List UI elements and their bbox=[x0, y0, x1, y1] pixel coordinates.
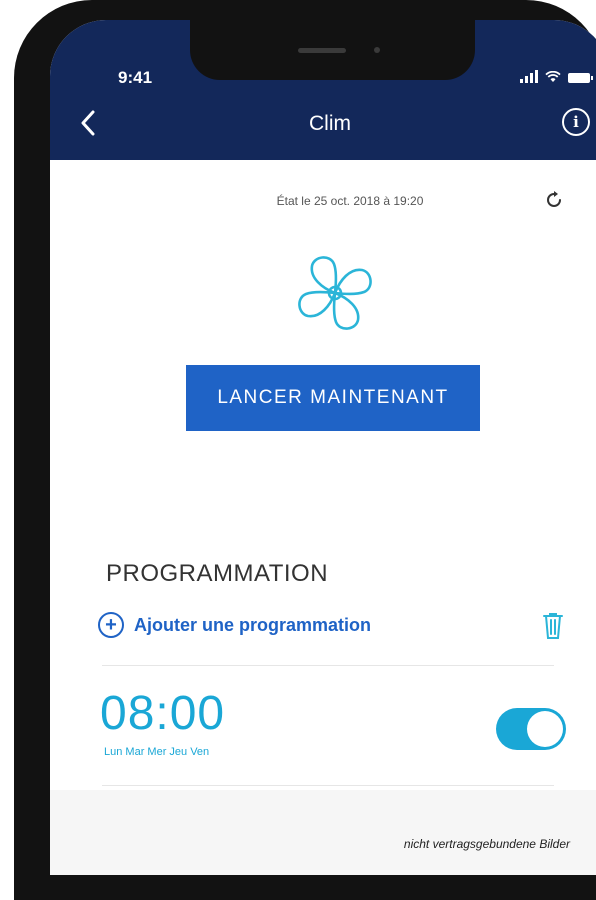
page-title: Clim bbox=[309, 112, 351, 135]
header-bar: 9:41 Clim i bbox=[50, 20, 596, 160]
disclaimer-caption: nicht vertragsgebundene Bilder bbox=[403, 837, 570, 851]
divider bbox=[102, 665, 554, 666]
speaker bbox=[298, 48, 346, 53]
status-icons bbox=[520, 70, 593, 83]
fan-icon bbox=[298, 256, 372, 330]
add-programmation-link[interactable]: + Ajouter une programmation bbox=[98, 612, 371, 638]
programmation-title: PROGRAMMATION bbox=[106, 560, 329, 587]
wifi-icon bbox=[545, 71, 561, 82]
notch bbox=[190, 20, 475, 80]
trash-icon[interactable] bbox=[542, 612, 564, 640]
info-icon[interactable]: i bbox=[562, 108, 590, 136]
add-programmation-label: Ajouter une programmation bbox=[134, 614, 372, 635]
toggle-knob bbox=[527, 711, 563, 747]
state-timestamp: État le 25 oct. 2018 à 19:20 bbox=[276, 194, 424, 208]
schedule-toggle[interactable] bbox=[496, 708, 566, 750]
plus-icon: + bbox=[98, 612, 124, 638]
app-screen: 9:41 Clim i État le 25 oct. 2018 à 19:20 bbox=[50, 20, 596, 875]
footer-area bbox=[50, 790, 596, 875]
signal-icon bbox=[520, 70, 538, 83]
launch-now-button[interactable]: LANCER MAINTENANT bbox=[186, 365, 480, 431]
phone-frame: 9:41 Clim i État le 25 oct. 2018 à 19:20 bbox=[14, 0, 596, 900]
divider bbox=[102, 785, 554, 786]
camera bbox=[374, 47, 380, 53]
schedule-time[interactable]: 08:00 bbox=[100, 686, 225, 741]
battery-icon bbox=[568, 73, 593, 83]
refresh-icon[interactable] bbox=[544, 190, 564, 210]
status-time: 9:41 bbox=[118, 68, 153, 87]
schedule-days: Lun Mar Mer Jeu Ven bbox=[104, 746, 210, 758]
